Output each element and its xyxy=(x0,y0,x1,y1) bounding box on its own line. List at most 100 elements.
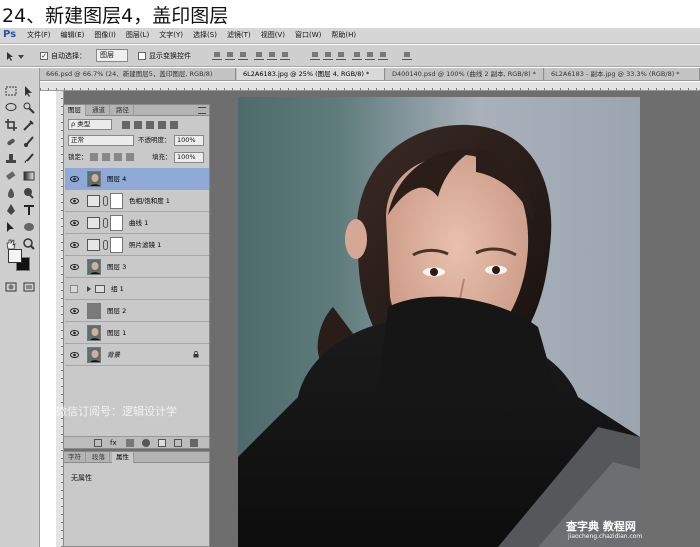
menu-item[interactable]: 滤镜(T) xyxy=(222,30,256,41)
blend-mode-dropdown[interactable]: 正常 xyxy=(68,135,134,146)
healing-brush-tool-icon[interactable] xyxy=(4,135,18,149)
panel-menu-icon[interactable] xyxy=(198,107,206,114)
distribute-middle-icon[interactable] xyxy=(323,51,333,60)
fill-field[interactable]: 100% xyxy=(174,152,204,163)
tab-paths[interactable]: 路径 xyxy=(112,105,134,116)
link-layers-icon[interactable] xyxy=(94,439,102,447)
crop-tool-icon[interactable] xyxy=(4,118,18,132)
align-bottom-icon[interactable] xyxy=(238,51,248,60)
align-left-icon[interactable] xyxy=(254,51,264,60)
menu-item[interactable]: 编辑(E) xyxy=(56,30,90,41)
tab-character[interactable]: 字符 xyxy=(64,452,86,463)
lock-position-icon[interactable] xyxy=(114,153,122,161)
doc-tab-4[interactable]: 6L2A6183 - 副本.jpg @ 33.3% (RGB/8) * xyxy=(545,68,700,80)
layer-row[interactable]: 图层 3 xyxy=(65,256,209,278)
screen-mode-icon[interactable] xyxy=(22,280,36,294)
mask-link-icon[interactable] xyxy=(103,240,108,250)
layer-style-icon[interactable]: fx xyxy=(110,439,118,447)
filter-type-dropdown[interactable]: ρ 类型 xyxy=(68,119,112,130)
layer-mask-thumbnail[interactable] xyxy=(110,237,123,253)
eye-icon[interactable] xyxy=(70,197,79,205)
layer-row[interactable]: 图层 2 xyxy=(65,300,209,322)
path-select-tool-icon[interactable] xyxy=(4,220,18,234)
auto-align-icon[interactable] xyxy=(402,51,412,60)
lasso-tool-icon[interactable] xyxy=(4,101,18,115)
eye-icon[interactable] xyxy=(70,263,79,271)
mask-link-icon[interactable] xyxy=(103,218,108,228)
quick-mask-icon[interactable] xyxy=(4,280,18,294)
menu-item[interactable]: 图像(I) xyxy=(89,30,121,41)
eye-icon[interactable] xyxy=(70,307,79,315)
layer-mask-thumbnail[interactable] xyxy=(110,215,123,231)
distribute-center-icon[interactable] xyxy=(365,51,375,60)
eye-icon[interactable] xyxy=(70,241,79,249)
opacity-field[interactable]: 100% xyxy=(174,135,204,146)
expand-arrow-icon[interactable] xyxy=(87,286,91,292)
layer-row[interactable]: 曲线 1 xyxy=(65,212,209,234)
pen-tool-icon[interactable] xyxy=(4,203,18,217)
lock-all-icon[interactable] xyxy=(126,153,134,161)
gradient-tool-icon[interactable] xyxy=(22,169,36,183)
move-tool-preset[interactable] xyxy=(4,50,26,62)
blur-tool-icon[interactable] xyxy=(4,186,18,200)
menu-item[interactable]: 选择(S) xyxy=(188,30,222,41)
lock-transparent-icon[interactable] xyxy=(90,153,98,161)
doc-tab-1[interactable]: 666.psd @ 66.7% (24、新建图层5，盖印图层, RGB/8) xyxy=(40,68,236,80)
brush-tool-icon[interactable] xyxy=(22,135,36,149)
tab-properties[interactable]: 属性 xyxy=(112,452,134,463)
align-center-icon[interactable] xyxy=(267,51,277,60)
layer-row[interactable]: 图层 4 xyxy=(65,168,209,190)
filter-pixel-icon[interactable] xyxy=(122,121,130,129)
layer-row[interactable]: 图层 1 xyxy=(65,322,209,344)
menu-item[interactable]: 视图(V) xyxy=(256,30,290,41)
menu-item[interactable]: 文件(F) xyxy=(22,30,56,41)
align-middle-icon[interactable] xyxy=(225,51,235,60)
auto-select-dropdown[interactable]: 图层 xyxy=(96,49,128,62)
marquee-tool-icon[interactable] xyxy=(4,84,18,98)
filter-shape-icon[interactable] xyxy=(158,121,166,129)
filter-adjustment-icon[interactable] xyxy=(134,121,142,129)
align-top-icon[interactable] xyxy=(212,51,222,60)
show-transform-toggle[interactable]: 显示变换控件 xyxy=(138,50,191,62)
filter-type-icon[interactable] xyxy=(146,121,154,129)
distribute-top-icon[interactable] xyxy=(310,51,320,60)
dodge-tool-icon[interactable] xyxy=(22,186,36,200)
eye-icon[interactable] xyxy=(70,175,79,183)
new-group-icon[interactable] xyxy=(158,439,166,447)
layer-row[interactable]: 背景 xyxy=(65,344,209,366)
add-mask-icon[interactable] xyxy=(126,439,134,447)
menu-item[interactable]: 帮助(H) xyxy=(326,30,361,41)
clone-stamp-tool-icon[interactable] xyxy=(4,152,18,166)
layer-row[interactable]: 色相/饱和度 1 xyxy=(65,190,209,212)
lock-pixels-icon[interactable] xyxy=(102,153,110,161)
tab-paragraph[interactable]: 段落 xyxy=(88,452,110,463)
eye-icon[interactable] xyxy=(70,351,79,359)
mask-link-icon[interactable] xyxy=(103,196,108,206)
history-brush-tool-icon[interactable] xyxy=(22,152,36,166)
distribute-bottom-icon[interactable] xyxy=(336,51,346,60)
distribute-right-icon[interactable] xyxy=(378,51,388,60)
menu-item[interactable]: 窗口(W) xyxy=(290,30,326,41)
auto-select-toggle[interactable]: ✓ 自动选择： xyxy=(40,50,86,62)
layer-mask-thumbnail[interactable] xyxy=(110,193,123,209)
tab-channels[interactable]: 通道 xyxy=(88,105,110,116)
zoom-tool-icon[interactable] xyxy=(22,237,36,251)
distribute-left-icon[interactable] xyxy=(352,51,362,60)
menu-item[interactable]: 图层(L) xyxy=(121,30,154,41)
menu-item[interactable]: 文字(Y) xyxy=(154,30,188,41)
new-layer-icon[interactable] xyxy=(174,439,182,447)
foreground-color-swatch[interactable] xyxy=(8,249,22,263)
visibility-toggle[interactable] xyxy=(70,285,78,293)
tab-layers[interactable]: 图层 xyxy=(64,105,86,116)
doc-tab-2[interactable]: 6L2A6183.jpg @ 25% (图层 4, RGB/8) * xyxy=(237,68,385,80)
layer-row[interactable]: 照片滤镜 1 xyxy=(65,234,209,256)
eraser-tool-icon[interactable] xyxy=(4,169,18,183)
shape-tool-icon[interactable] xyxy=(22,220,36,234)
document-photo[interactable] xyxy=(238,97,640,547)
doc-tab-3[interactable]: D400140.psd @ 100% (曲线 2 副本, RGB/8) * xyxy=(386,68,544,80)
type-tool-icon[interactable] xyxy=(22,203,36,217)
eye-icon[interactable] xyxy=(70,219,79,227)
new-adjustment-layer-icon[interactable] xyxy=(142,439,150,447)
move-tool-icon[interactable] xyxy=(22,84,36,98)
eye-icon[interactable] xyxy=(70,329,79,337)
